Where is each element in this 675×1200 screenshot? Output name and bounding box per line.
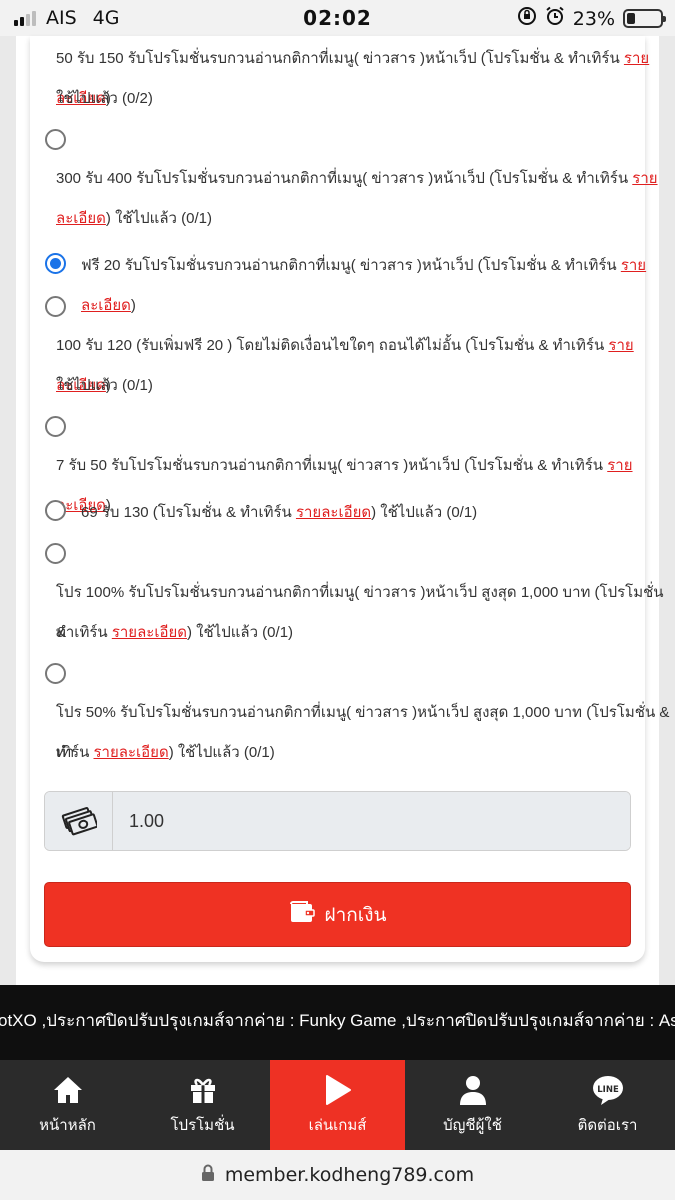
nav-play-games-label: เล่นเกมส์ xyxy=(308,1117,367,1134)
bottom-nav: หน้าหลัก โปรโมชั่น เล่นเกมส์ บัญชีผู้ใช้… xyxy=(0,1060,675,1150)
money-icon xyxy=(45,792,113,850)
nav-contact-label: ติดต่อเรา xyxy=(577,1117,638,1134)
battery-icon xyxy=(623,9,666,28)
deposit-button-label: ฝากเงิน xyxy=(324,904,387,926)
promo-detail-link[interactable]: รายละเอียด xyxy=(94,744,169,761)
promo-usage-label: ใช้ไปแล้ว (0/1) xyxy=(56,377,153,394)
promo-radio[interactable] xyxy=(45,663,66,684)
promo-radio[interactable] xyxy=(45,416,66,437)
promo-usage-label: ทำเทิร์น รายละเอียด) ใช้ไปแล้ว (0/1) xyxy=(56,624,294,641)
announcement-ticker: otXO ,ประกาศปิดปรับปรุงเกมส์จากค่าย : Fu… xyxy=(0,985,675,1060)
promo-radio[interactable] xyxy=(45,543,66,564)
promo-detail-link[interactable]: รายละเอียด xyxy=(112,624,187,641)
nav-promotion-label: โปรโมชั่น xyxy=(170,1117,235,1134)
promo-radio-selected[interactable] xyxy=(45,253,66,274)
promo-option-label: ฟรี 20 รับโปรโมชั่นรบกวนอ่านกติกาที่เมนู… xyxy=(81,257,647,314)
promo-option-label: 69 รับ 130 (โปรโมชั่น & ทำเทิร์น รายละเอ… xyxy=(81,504,478,521)
alarm-icon xyxy=(545,6,565,31)
user-icon xyxy=(459,1073,487,1107)
browser-url-bar[interactable]: member.kodheng789.com xyxy=(0,1150,675,1200)
nav-play-games[interactable]: เล่นเกมส์ xyxy=(270,1060,405,1150)
promo-usage-label: เทิร์น รายละเอียด) ใช้ไปแล้ว (0/1) xyxy=(56,744,275,761)
promo-option-label: 300 รับ 400 รับโปรโมชั่นรบกวนอ่านกติกาที… xyxy=(56,170,658,187)
wallet-icon xyxy=(288,900,316,930)
status-bar: AIS 4G 02:02 23% xyxy=(0,0,675,36)
lock-icon xyxy=(201,1164,215,1187)
battery-percent: 23% xyxy=(572,7,615,30)
nav-home-label: หน้าหลัก xyxy=(39,1117,96,1134)
nav-contact[interactable]: LINE ติดต่อเรา xyxy=(540,1060,675,1150)
promo-detail-link[interactable]: ละเอียด xyxy=(56,210,106,227)
home-icon xyxy=(52,1073,84,1107)
amount-field[interactable] xyxy=(113,792,630,850)
svg-text:LINE: LINE xyxy=(597,1085,619,1095)
promo-usage-label: ใช้ไปแล้ว (0/2) xyxy=(56,90,153,107)
nav-promotion[interactable]: โปรโมชั่น xyxy=(135,1060,270,1150)
nav-account-label: บัญชีผู้ใช้ xyxy=(443,1117,502,1134)
nav-account[interactable]: บัญชีผู้ใช้ xyxy=(405,1060,540,1150)
promo-detail-link[interactable]: ราย xyxy=(632,170,657,187)
promo-usage-label: ละเอียด) ใช้ไปแล้ว (0/1) xyxy=(56,210,212,227)
promo-detail-link[interactable]: รายละเอียด xyxy=(296,504,371,521)
promo-radio[interactable] xyxy=(45,500,66,521)
gift-icon xyxy=(188,1073,218,1107)
nav-home[interactable]: หน้าหลัก xyxy=(0,1060,135,1150)
deposit-button[interactable]: ฝากเงิน xyxy=(44,882,631,947)
promo-radio[interactable] xyxy=(45,129,66,150)
promo-radio[interactable] xyxy=(45,296,66,317)
ticker-text: otXO ,ประกาศปิดปรับปรุงเกมส์จากค่าย : Fu… xyxy=(0,1011,675,1030)
rotation-lock-icon xyxy=(517,6,537,31)
amount-input-group xyxy=(44,791,631,851)
play-icon xyxy=(324,1073,352,1107)
line-icon: LINE xyxy=(591,1073,625,1107)
url-text: member.kodheng789.com xyxy=(224,1164,475,1186)
